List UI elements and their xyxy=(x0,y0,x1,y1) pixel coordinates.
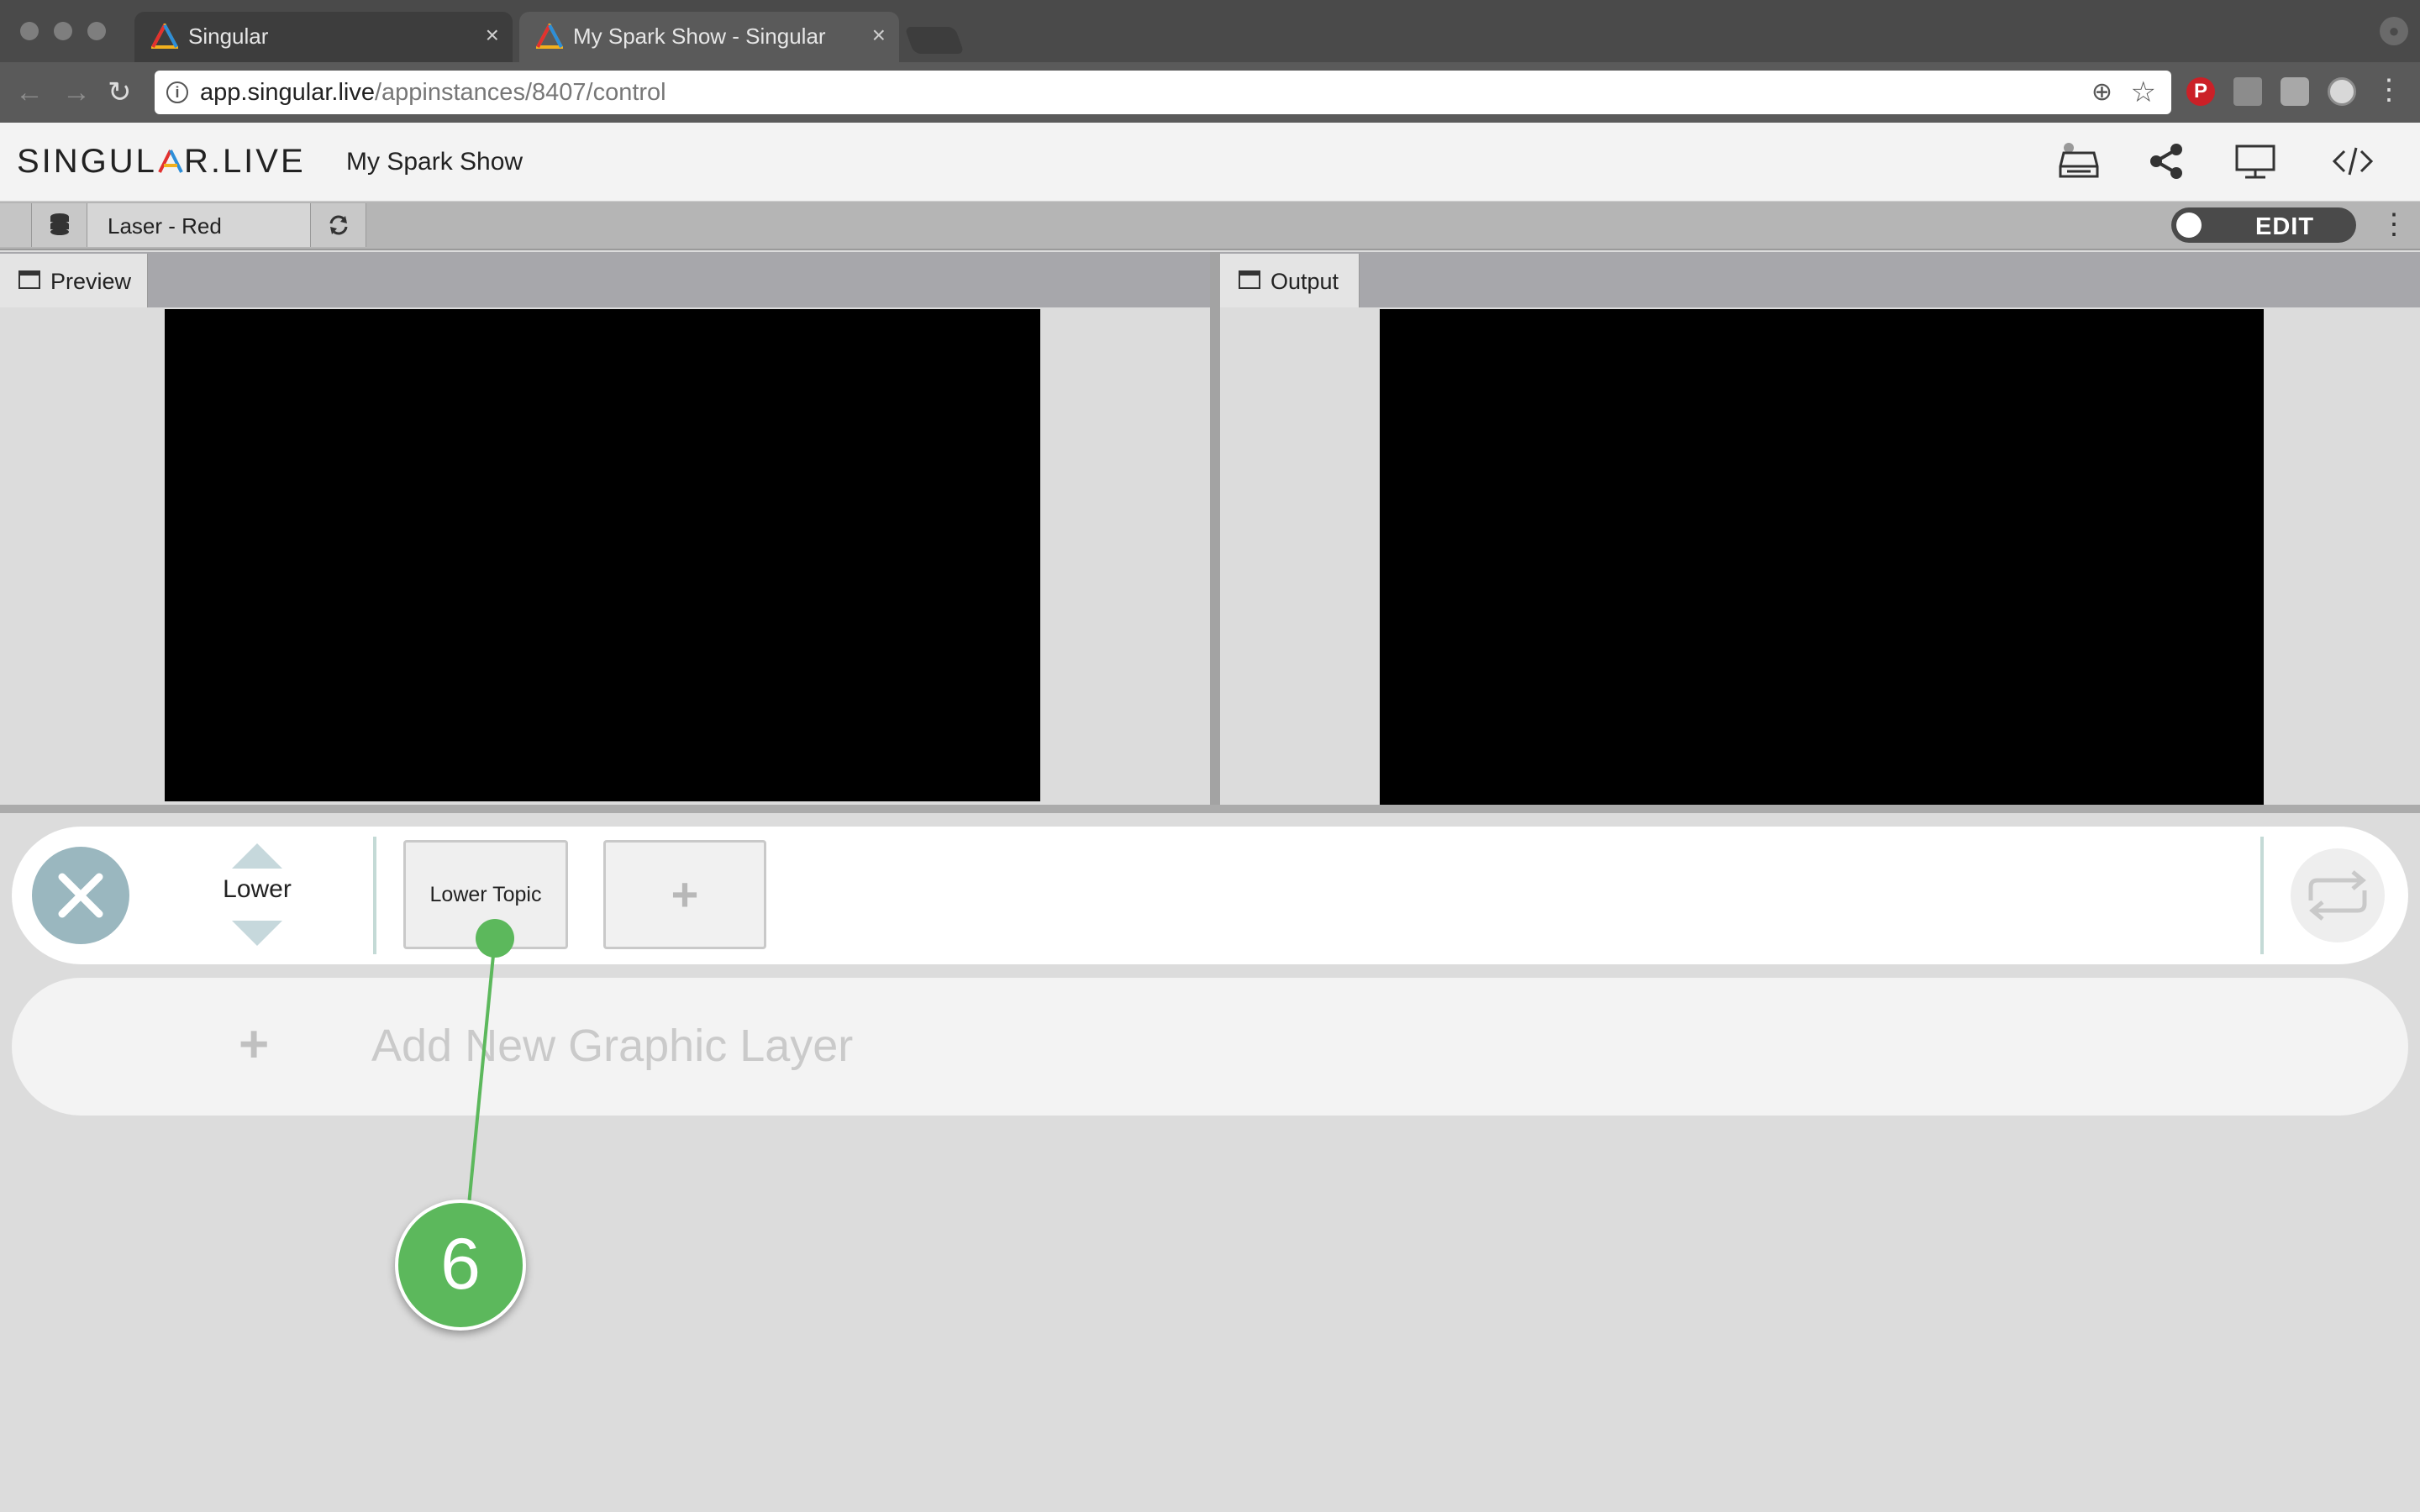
step-badge: 6 xyxy=(395,1200,526,1331)
callout-anchor-dot xyxy=(476,919,514,958)
callout-line xyxy=(467,937,497,1205)
